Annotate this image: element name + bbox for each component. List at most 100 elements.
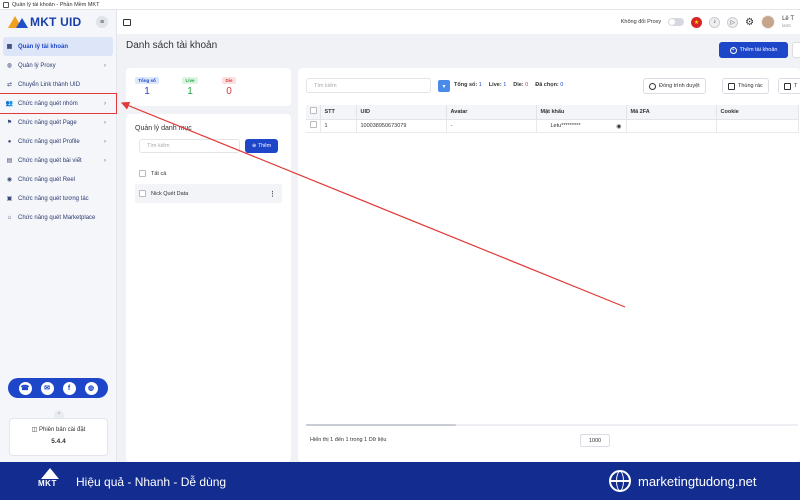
browser-icon — [649, 82, 656, 90]
trash-icon — [728, 82, 735, 90]
support-chat-icon[interactable]: ☎ — [18, 381, 32, 395]
stat-live: Live 1 — [175, 77, 205, 97]
add-account-label: Thêm tài khoản — [739, 47, 778, 53]
account-table-panel: Tìm kiếm ▾ Tổng số: 1 Live: 1 Die: 0 Đã … — [298, 68, 800, 462]
sidebar-item-scan-marketplace[interactable]: ⌂ Chức năng quét Marketplace — [0, 208, 116, 227]
social-links-bar: ☎ ✉ f ◍ — [8, 378, 108, 398]
facebook-icon[interactable]: f — [62, 381, 76, 395]
sidebar-item-scan-post[interactable]: ▤ Chức năng quét bài viết › — [0, 151, 116, 170]
close-browser-button[interactable]: Đóng trình duyệt — [643, 78, 706, 94]
column-header[interactable]: Cookie — [716, 105, 799, 120]
sidebar-item-scan-group[interactable]: 👥 Chức năng quét nhóm › — [0, 93, 117, 114]
column-header[interactable]: Mã 2FA — [626, 105, 717, 120]
banner-slogan: Hiệu quả - Nhanh - Dễ dùng — [76, 475, 227, 489]
website-globe-icon[interactable]: ◍ — [84, 381, 98, 395]
trash-label: Thùng rác — [738, 83, 763, 89]
summary-die-label: Die: — [513, 82, 524, 88]
category-all[interactable]: Tất cả — [139, 170, 166, 177]
stat-total: Tổng số 1 — [132, 77, 162, 97]
proxy-toggle-switch[interactable] — [668, 18, 685, 26]
summary-live-label: Live: — [488, 82, 502, 88]
stat-live-label: Live — [182, 77, 198, 84]
sidebar-item-label: Chức năng quét tương tác — [18, 195, 89, 202]
tool-icon — [784, 82, 791, 90]
profile-icon: ● — [7, 138, 12, 145]
summary-counts: Tổng số: 1 Live: 1 Die: 0 Đã chọn: 0 — [454, 82, 563, 88]
checkbox[interactable] — [310, 121, 317, 128]
add-category-button[interactable]: ⊕ Thêm — [245, 139, 278, 153]
page-size-select[interactable]: 1000 — [580, 434, 610, 447]
summary-total-value: 1 — [478, 82, 482, 88]
sidebar-item-label: Chức năng quét Profile — [18, 138, 80, 145]
gear-icon[interactable]: ⚙ — [745, 17, 754, 28]
sidebar-item-scan-profile[interactable]: ● Chức năng quét Profile › — [0, 132, 116, 151]
checkbox[interactable] — [139, 170, 146, 177]
sidebar-item-scan-reel[interactable]: ◉ Chức năng quét Reel — [0, 170, 116, 189]
sidebar-item-label: Chức năng quét Marketplace — [18, 214, 96, 221]
summary-total-label: Tổng số: — [454, 82, 478, 88]
sidebar-item-proxy[interactable]: ◍ Quản lý Proxy › — [0, 56, 116, 75]
sidebar-item-link-to-uid[interactable]: ⇄ Chuyển Link thành UID — [0, 75, 116, 94]
chevron-right-icon: › — [104, 62, 106, 69]
banner-url[interactable]: marketingtudong.net — [638, 474, 757, 489]
mkt-logo-icon: MKT — [37, 468, 63, 494]
table-row[interactable]: 1 100038950673079 - Letu********* ◉ — [306, 119, 799, 133]
more-options-icon[interactable]: ⋮ — [269, 190, 276, 198]
sidebar-item-scan-interaction[interactable]: ▣ Chức năng quét tương tác — [0, 189, 116, 208]
extra-action-button[interactable] — [792, 42, 800, 58]
column-header[interactable]: UID — [356, 105, 447, 120]
cell-uid: 100038950673079 — [356, 119, 447, 133]
app-icon — [3, 1, 9, 8]
cell-cookie — [716, 119, 799, 133]
category-all-label: Tất cả — [151, 170, 167, 177]
group-icon: 👥 — [5, 101, 14, 107]
header-select[interactable] — [306, 105, 321, 120]
page-title: Danh sách tài khoản — [126, 40, 218, 51]
marketplace-icon: ⌂ — [7, 214, 12, 221]
logo-row: MKT UID ≡ — [0, 10, 116, 34]
add-account-button[interactable]: + Thêm tài khoản — [719, 42, 788, 58]
category-search-input[interactable]: Tìm kiếm — [139, 139, 240, 153]
banner-logo-text: MKT — [38, 479, 57, 488]
cell-2fa — [626, 119, 717, 133]
sidebar-item-label: Chuyển Link thành UID — [18, 81, 81, 88]
column-header[interactable]: Mật khẩu — [536, 105, 627, 120]
row-select[interactable] — [306, 119, 321, 133]
cell-avatar: - — [446, 119, 537, 133]
sidebar-item-label: Chức năng quét Page — [18, 119, 77, 126]
category-item[interactable]: Nick Quét Data ⋮ — [135, 184, 282, 203]
column-header[interactable]: Avatar — [446, 105, 537, 120]
version-icon: ◫ — [31, 427, 39, 433]
trash-button[interactable]: Thùng rác — [722, 78, 769, 94]
post-icon: ▤ — [6, 158, 13, 164]
chevron-right-icon: › — [104, 138, 106, 145]
cell-stt: 1 — [320, 119, 357, 133]
avatar[interactable] — [761, 15, 776, 29]
eye-icon[interactable]: ◉ — [616, 123, 621, 130]
grid-icon: ▦ — [6, 44, 13, 50]
category-title: Quản lý danh mục — [135, 125, 192, 132]
interaction-icon: ▣ — [6, 196, 13, 202]
play-icon[interactable]: ▷ — [727, 16, 739, 28]
horizontal-scrollbar-thumb[interactable] — [306, 424, 456, 426]
checkbox[interactable] — [310, 107, 317, 115]
column-header[interactable]: STT — [320, 105, 357, 120]
stat-die: Die 0 — [214, 77, 244, 97]
checkbox[interactable] — [139, 190, 146, 197]
account-search-input[interactable]: Tìm kiếm — [306, 78, 431, 93]
version-number: 5.4.4 — [51, 438, 66, 445]
language-flag-icon[interactable]: ★ — [691, 16, 703, 28]
sidebar-item-account-management[interactable]: ▦ Quản lý tài khoản — [3, 37, 113, 56]
more-tool-button[interactable]: T — [778, 78, 800, 94]
sidebar-item-label: Quản lý tài khoản — [18, 43, 69, 50]
filter-icon[interactable]: ▾ — [438, 80, 450, 92]
bell-icon[interactable]: ♪ — [709, 16, 721, 28]
menu-collapse-button[interactable]: ≡ — [96, 16, 108, 28]
sidebar-item-scan-page[interactable]: ⚑ Chức năng quét Page › — [0, 113, 116, 132]
reel-icon: ◉ — [6, 177, 13, 183]
stat-die-label: Die — [222, 77, 236, 84]
logo-triangle-icon — [41, 468, 59, 479]
messenger-icon[interactable]: ✉ — [40, 381, 54, 395]
chevron-right-icon: › — [104, 157, 106, 164]
sidebar-layout-icon[interactable] — [123, 18, 131, 26]
